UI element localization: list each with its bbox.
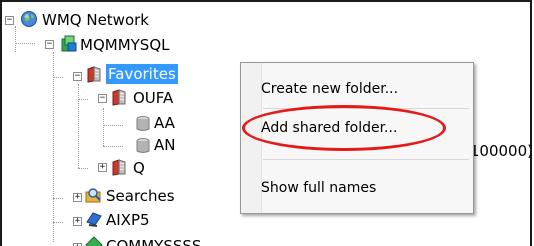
tree-guide-line [78, 84, 79, 168]
tree-guide-line [15, 43, 35, 44]
tree-guide-line [53, 198, 63, 199]
menu-item-create-new-folder[interactable]: Create new folder... [261, 79, 398, 99]
expand-toggle[interactable]: + [98, 163, 107, 172]
book-folder-icon [112, 159, 126, 176]
tree-node-folder[interactable]: OUFA [133, 88, 173, 108]
menu-separator [263, 159, 469, 160]
globe-icon [21, 11, 37, 27]
search-icon [85, 188, 101, 203]
expand-toggle[interactable]: + [73, 217, 82, 226]
cylinder-icon [136, 116, 150, 131]
expand-toggle[interactable]: + [73, 193, 82, 202]
tree-node-wmq-network[interactable]: WMQ Network [42, 10, 149, 30]
cylinder-icon [136, 138, 150, 153]
tree-node-favorites[interactable]: Favorites [106, 64, 178, 84]
tree-guide-line [103, 146, 123, 147]
tree-node-host[interactable]: AIXP5 [106, 210, 150, 230]
tree-guide-line [15, 26, 16, 52]
tree-guide-line [53, 222, 63, 223]
tree-panel: − WMQ Network − MQMMYSQL − Favorites − O… [0, 0, 532, 246]
tree-node-searches[interactable]: Searches [106, 186, 175, 206]
tree-node-folder[interactable]: Q [133, 158, 145, 178]
menu-item-show-full-names[interactable]: Show full names [261, 178, 376, 198]
tree-node-queue[interactable]: AN [154, 135, 175, 155]
tree-guide-line [78, 99, 88, 100]
tree-node-queue[interactable]: AA [154, 113, 175, 133]
expand-toggle[interactable]: − [73, 72, 82, 81]
book-folder-icon [87, 66, 101, 83]
tree-guide-line [53, 77, 63, 78]
tree-guide-line [103, 108, 104, 146]
tree-guide-line [78, 168, 88, 169]
computer-icon [86, 212, 102, 227]
tree-guide-line [53, 52, 54, 242]
tree-guide-line [103, 125, 123, 126]
highlight-oval [242, 105, 446, 151]
queue-manager-icon [85, 236, 103, 246]
expand-toggle[interactable]: − [98, 94, 107, 103]
book-folder-icon [112, 89, 126, 106]
tree-node-suffix: (100000) [464, 142, 532, 160]
tree-node-cut[interactable]: COMMYSSSS [106, 236, 201, 246]
expand-toggle[interactable]: − [5, 16, 14, 25]
tree-node-qmgr[interactable]: MQMMYSQL [80, 35, 169, 55]
queue-manager-icon [61, 35, 77, 52]
expand-toggle[interactable]: − [45, 40, 54, 49]
